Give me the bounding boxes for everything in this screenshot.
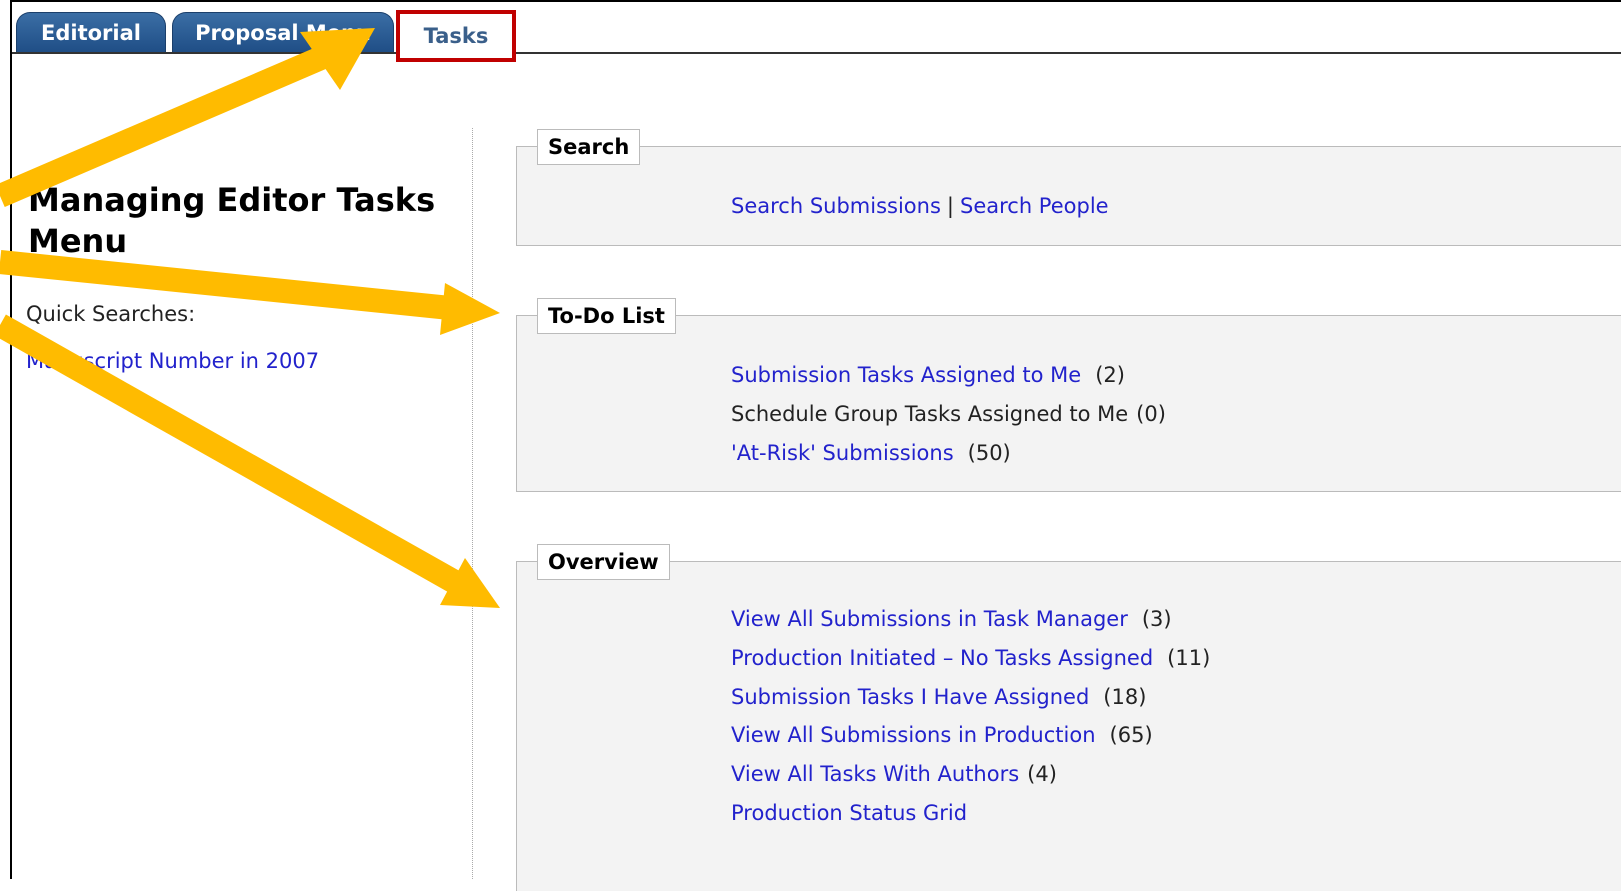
column-divider <box>472 128 473 879</box>
sidebar: Managing Editor Tasks Menu <box>28 180 458 262</box>
overview-in-production-link[interactable]: View All Submissions in Production <box>731 723 1096 747</box>
tab-editorial[interactable]: Editorial <box>16 12 166 52</box>
tab-proposal-menu[interactable]: Proposal Menu <box>172 12 394 52</box>
item-count: (50) <box>967 440 1011 465</box>
tab-tasks[interactable]: Tasks <box>396 10 516 62</box>
search-legend: Search <box>537 129 641 165</box>
todo-list: Submission Tasks Assigned to Me (2) Sched… <box>731 356 1166 472</box>
overview-tasks-with-authors-link[interactable]: View All Tasks With Authors <box>731 762 1019 786</box>
todo-legend: To-Do List <box>537 298 676 334</box>
list-item: Submission Tasks I Have Assigned (18) <box>731 678 1210 717</box>
quick-searches-label: Quick Searches: <box>26 302 196 326</box>
item-count: (2) <box>1095 363 1125 387</box>
todo-at-risk-link[interactable]: 'At-Risk' Submissions <box>731 441 954 465</box>
overview-panel: Overview View All Submissions in Task Ma… <box>516 544 1621 891</box>
list-item: Production Status Grid <box>731 794 1210 833</box>
search-submissions-link[interactable]: Search Submissions <box>731 194 941 218</box>
list-item: 'At-Risk' Submissions (50) <box>731 434 1166 473</box>
search-panel: Search Search Submissions | Search People <box>516 129 1621 246</box>
item-count: (3) <box>1141 607 1172 631</box>
search-row: Search Submissions | Search People <box>731 187 1109 226</box>
item-count: (4) <box>1027 762 1057 787</box>
list-item: View All Submissions in Task Manager (3) <box>731 600 1210 639</box>
item-count: (18) <box>1103 684 1147 709</box>
list-item: Production Initiated – No Tasks Assigned… <box>731 639 1210 678</box>
list-item: View All Submissions in Production (65) <box>731 716 1210 755</box>
overview-status-grid-link[interactable]: Production Status Grid <box>731 801 967 825</box>
search-links: Search Submissions | Search People <box>731 187 1109 226</box>
list-item: Submission Tasks Assigned to Me (2) <box>731 356 1166 395</box>
overview-legend: Overview <box>537 544 670 580</box>
overview-production-initiated-link[interactable]: Production Initiated – No Tasks Assigned <box>731 646 1153 670</box>
overview-tasks-assigned-link[interactable]: Submission Tasks I Have Assigned <box>731 685 1089 709</box>
search-separator: | <box>946 194 954 218</box>
todo-submission-tasks-link[interactable]: Submission Tasks Assigned to Me <box>731 363 1081 387</box>
list-item: Schedule Group Tasks Assigned to Me (0) <box>731 395 1166 434</box>
item-count: (65) <box>1109 723 1153 748</box>
quick-search-manuscript-link[interactable]: Manuscript Number in 2007 <box>26 349 319 373</box>
overview-task-manager-link[interactable]: View All Submissions in Task Manager <box>731 607 1128 631</box>
list-item: View All Tasks With Authors (4) <box>731 755 1210 794</box>
search-people-link[interactable]: Search People <box>960 194 1109 218</box>
item-count: (11) <box>1167 645 1211 670</box>
todo-panel: To-Do List Submission Tasks Assigned to … <box>516 298 1621 492</box>
todo-schedule-group-label: Schedule Group Tasks Assigned to Me <box>731 401 1129 426</box>
item-count: (0) <box>1136 401 1166 426</box>
page-title: Managing Editor Tasks Menu <box>28 181 436 260</box>
overview-list: View All Submissions in Task Manager (3) … <box>731 600 1210 833</box>
